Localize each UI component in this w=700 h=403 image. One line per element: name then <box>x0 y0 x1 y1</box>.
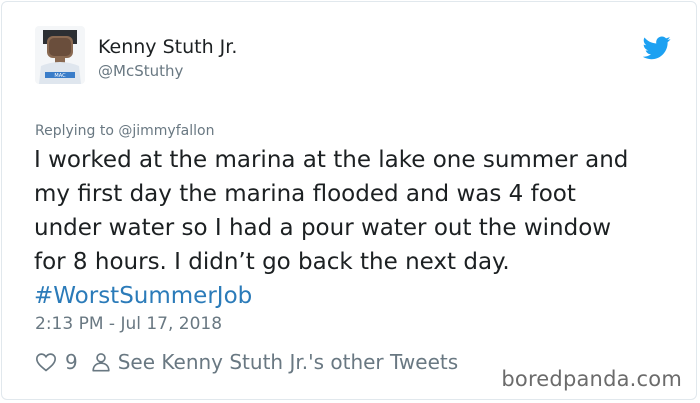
person-glyph <box>92 353 110 372</box>
author-display-name[interactable]: Kenny Stuth Jr. <box>98 36 237 58</box>
watermark: boredpanda.com <box>501 367 682 391</box>
heart-icon[interactable] <box>35 351 57 373</box>
tweet-text-line: for 8 hours. I didn’t go back the next d… <box>34 249 510 275</box>
svg-text:MAC: MAC <box>54 73 66 79</box>
person-icon[interactable] <box>90 351 112 373</box>
tweet-card: MAC Kenny Stuth Jr. @McStuthy Replying t… <box>1 1 697 400</box>
tweet-timestamp[interactable]: 2:13 PM - Jul 17, 2018 <box>35 314 222 334</box>
tweet-text-line: I worked at the marina at the lake one s… <box>34 147 629 173</box>
replying-to[interactable]: Replying to @jimmyfallon <box>35 123 214 139</box>
like-count[interactable]: 9 <box>65 350 78 374</box>
avatar[interactable]: MAC <box>35 26 85 84</box>
avatar-image: MAC <box>35 26 85 84</box>
hashtag-link[interactable]: #WorstSummerJob <box>34 279 684 313</box>
twitter-bird-glyph <box>642 36 671 60</box>
tweet-actions: 9 See Kenny Stuth Jr.'s other Tweets <box>35 348 458 376</box>
twitter-bird-icon[interactable] <box>642 36 671 60</box>
author-handle[interactable]: @McStuthy <box>98 62 183 80</box>
tweet-text-line: under water so I had a pour water out th… <box>34 215 612 241</box>
heart-glyph <box>36 353 56 372</box>
other-tweets-link[interactable]: See Kenny Stuth Jr.'s other Tweets <box>118 350 458 374</box>
tweet-text-line: my first day the marina flooded and was … <box>34 181 576 207</box>
tweet-text: I worked at the marina at the lake one s… <box>34 143 684 313</box>
